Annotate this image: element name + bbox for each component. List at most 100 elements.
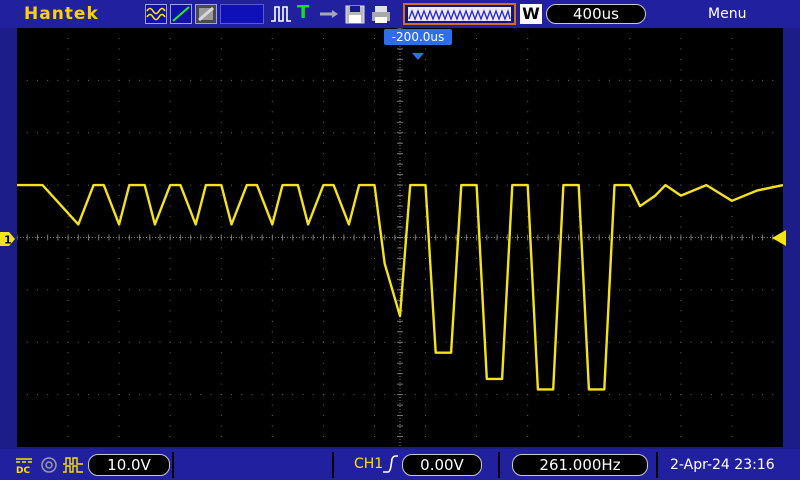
- grid-dot: [322, 268, 324, 270]
- grid-dot: [425, 278, 427, 280]
- grid-dot: [200, 289, 202, 291]
- grid-dot: [711, 289, 713, 291]
- rising-edge-icon[interactable]: [382, 454, 398, 474]
- grid-dot: [680, 174, 682, 176]
- grid-dot: [36, 341, 38, 343]
- trigger-level-marker: [770, 230, 786, 250]
- grid-dot: [425, 362, 427, 364]
- grid-dot: [486, 289, 488, 291]
- grid-dot: [690, 79, 692, 81]
- grid-dot: [67, 100, 69, 102]
- grid-dot: [47, 341, 49, 343]
- trigger-t-icon[interactable]: T: [297, 4, 313, 24]
- grid-dot: [363, 341, 365, 343]
- trigger-source-label[interactable]: CH1: [354, 456, 383, 472]
- grid-dot: [629, 383, 631, 385]
- grid-dot: [200, 79, 202, 81]
- dc-coupling-icon[interactable]: DC: [14, 456, 34, 476]
- grid-dot: [271, 247, 273, 249]
- volts-per-div-readout[interactable]: 10.0V: [88, 454, 170, 476]
- grid-dot: [751, 341, 753, 343]
- grid-dot: [108, 341, 110, 343]
- grid-dot: [425, 268, 427, 270]
- grid-dot: [762, 79, 764, 81]
- grid-dot: [476, 48, 478, 50]
- persistence-icon[interactable]: [195, 4, 217, 24]
- grid-dot: [680, 37, 682, 39]
- grid-dot: [476, 289, 478, 291]
- channel-1-marker[interactable]: 1: [0, 231, 16, 251]
- grid-dot: [619, 394, 621, 396]
- grid-dot: [731, 299, 733, 301]
- slope-icon[interactable]: [170, 4, 192, 24]
- grid-dot: [384, 341, 386, 343]
- arrow-icon[interactable]: [318, 4, 340, 24]
- grid-dot: [373, 90, 375, 92]
- grid-dot: [680, 111, 682, 113]
- bandwidth-limit-icon[interactable]: [40, 456, 58, 474]
- grid-dot: [465, 394, 467, 396]
- brand-logo: Hantek: [24, 4, 99, 24]
- grid-dot: [169, 195, 171, 197]
- grid-dot: [271, 111, 273, 113]
- grid-dot: [322, 58, 324, 60]
- grid-dot: [373, 289, 375, 291]
- grid-dot: [680, 268, 682, 270]
- grid-dot: [731, 58, 733, 60]
- grid-dot: [57, 341, 59, 343]
- grid-dot: [118, 37, 120, 39]
- grid-dot: [292, 394, 294, 396]
- pulse-icon[interactable]: [270, 4, 292, 24]
- grid-dot: [425, 331, 427, 333]
- divider: [172, 452, 174, 478]
- grid-dot: [629, 205, 631, 207]
- grid-dot: [680, 48, 682, 50]
- grid-dot: [659, 132, 661, 134]
- grid-dot: [220, 331, 222, 333]
- grid-dot: [190, 79, 192, 81]
- grid-dot: [261, 132, 263, 134]
- grid-dot: [57, 184, 59, 186]
- grid-dot: [435, 132, 437, 134]
- grid-dot: [220, 362, 222, 364]
- grid-dot: [680, 58, 682, 60]
- wave-icon[interactable]: [145, 4, 167, 24]
- trigger-offset-badge[interactable]: -200.0us: [384, 29, 452, 45]
- grid-dot: [241, 79, 243, 81]
- grid-dot: [700, 289, 702, 291]
- grid-dot: [200, 341, 202, 343]
- grid-dot: [190, 132, 192, 134]
- grid-dot: [578, 121, 580, 123]
- save-icon[interactable]: [344, 4, 366, 24]
- grid-dot: [527, 404, 529, 406]
- grid-dot: [731, 289, 733, 291]
- grid-dot: [220, 226, 222, 228]
- grid-dot: [322, 111, 324, 113]
- grid-dot: [425, 299, 427, 301]
- memory-depth-bar[interactable]: [403, 3, 516, 25]
- grid-dot: [251, 132, 253, 134]
- grid-dot: [741, 289, 743, 291]
- menu-button[interactable]: Menu: [708, 6, 746, 22]
- grid-dot: [333, 394, 335, 396]
- grid-dot: [476, 352, 478, 354]
- grid-dot: [414, 79, 416, 81]
- grid-dot: [425, 216, 427, 218]
- print-icon[interactable]: [370, 4, 392, 24]
- grid-dot: [578, 153, 580, 155]
- grid-dot: [680, 142, 682, 144]
- grid-dot: [190, 394, 192, 396]
- grid-dot: [711, 184, 713, 186]
- grid-dot: [476, 79, 478, 81]
- grid-dot: [476, 341, 478, 343]
- grid-dot: [527, 216, 529, 218]
- trigger-level-readout[interactable]: 0.00V: [402, 454, 482, 476]
- grid-dot: [77, 341, 79, 343]
- timebase-readout[interactable]: 400us: [546, 4, 646, 24]
- grid-dot: [373, 383, 375, 385]
- grid-dot: [384, 394, 386, 396]
- grid-dot: [425, 310, 427, 312]
- grid-dot: [271, 394, 273, 396]
- grid-dot: [241, 184, 243, 186]
- invert-icon[interactable]: [62, 456, 84, 474]
